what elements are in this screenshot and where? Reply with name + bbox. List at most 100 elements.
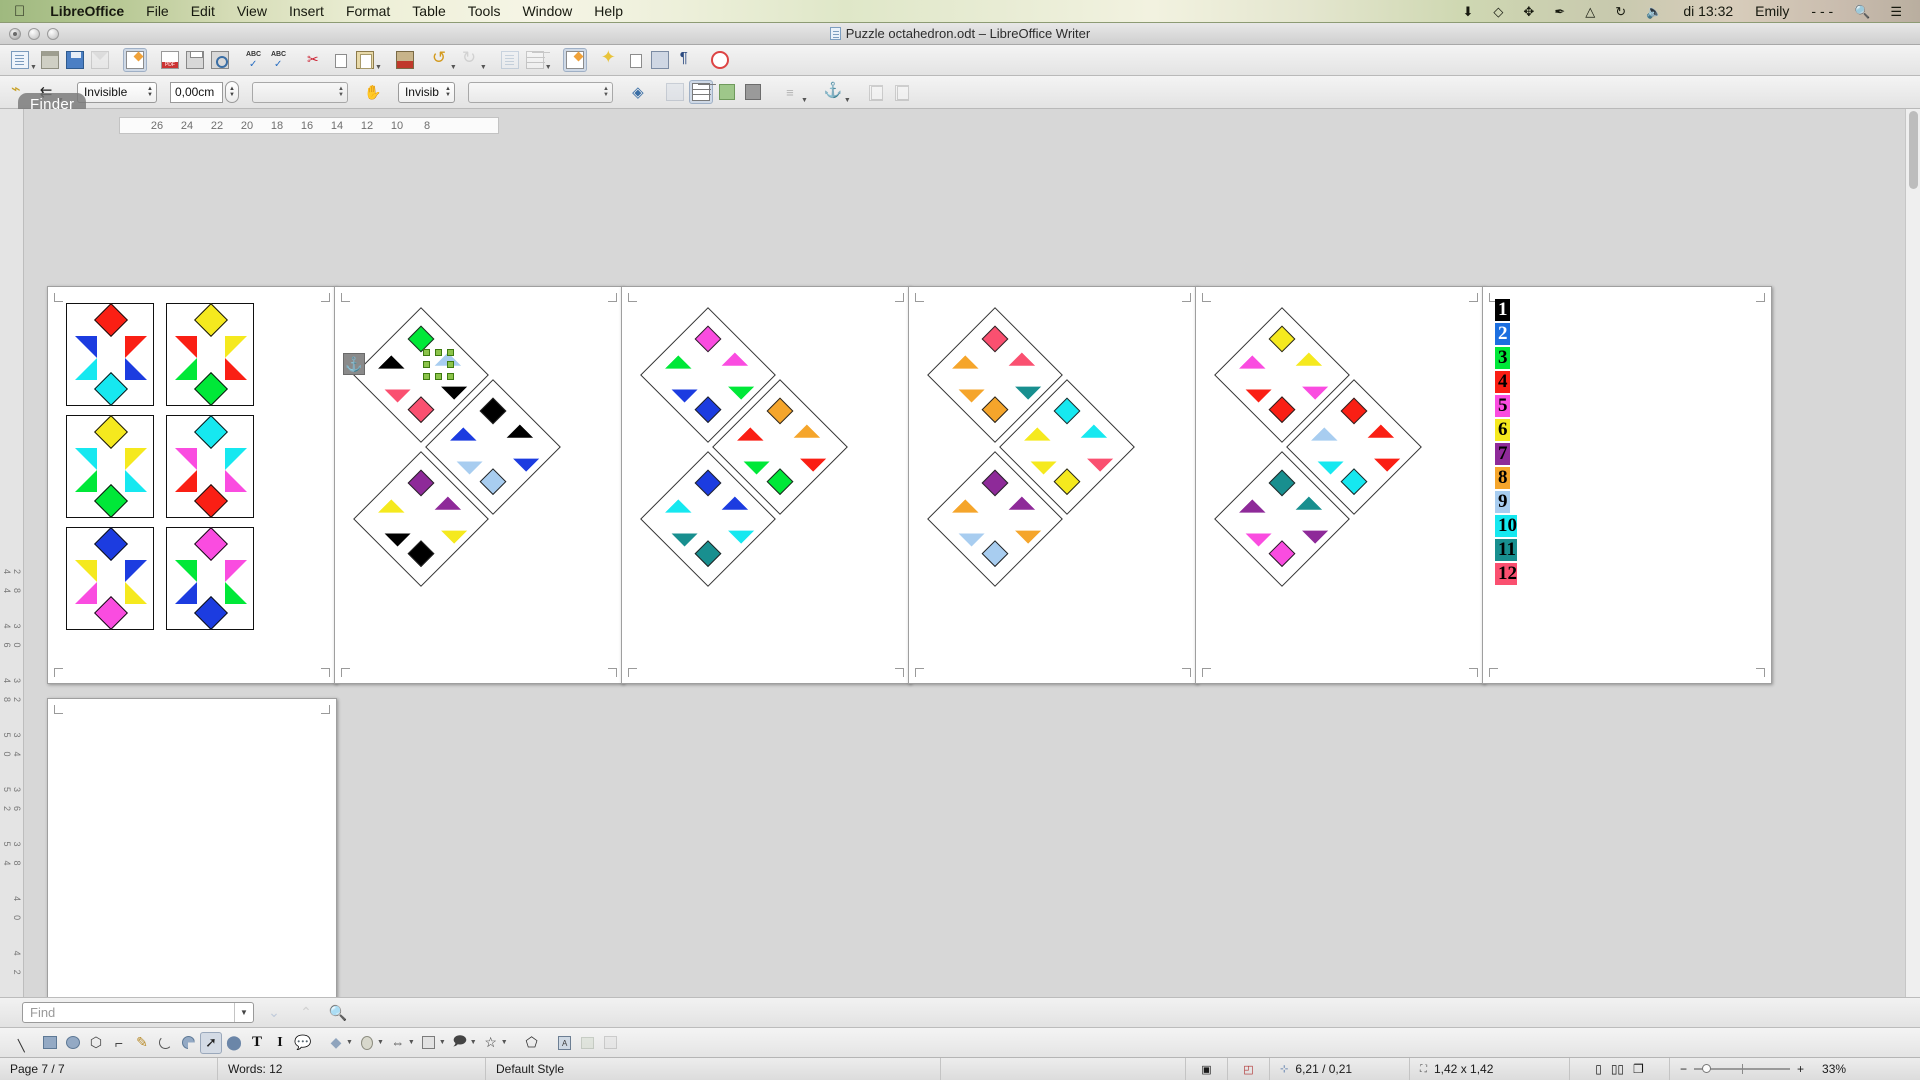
email-document-button[interactable] <box>88 48 112 72</box>
symbol-shapes-tool[interactable]: ◆ <box>325 1032 347 1054</box>
menu-item-file[interactable]: File <box>135 0 180 23</box>
status-position[interactable]: ⊹ 6,21 / 0,21 <box>1270 1058 1410 1080</box>
area-style-select[interactable]: Invisib ▲ ▼ <box>397 81 455 103</box>
timemachine-icon[interactable]: ↻ <box>1605 0 1636 23</box>
cut-button[interactable] <box>303 48 327 72</box>
menu-item-table[interactable]: Table <box>401 0 456 23</box>
menu-item-window[interactable]: Window <box>511 0 583 23</box>
find-previous-button[interactable]: ⌃ <box>294 1001 318 1025</box>
search-input[interactable]: Find ▼ <box>22 1002 254 1023</box>
extrusion-tool[interactable] <box>600 1032 622 1054</box>
apple-icon[interactable]:  <box>14 4 25 19</box>
rotate-button[interactable]: ◈ <box>626 80 650 104</box>
polygon-tool[interactable]: ⬡ <box>85 1032 107 1054</box>
dropbox-icon[interactable]: ◇ <box>1483 0 1513 23</box>
flowchart-dropdown[interactable]: ▼ <box>408 1039 415 1046</box>
wrap-through-button[interactable] <box>715 80 739 104</box>
wifi-icon[interactable]: △ <box>1575 0 1605 23</box>
download-icon[interactable]: ⬇ <box>1453 0 1484 23</box>
menu-item-format[interactable]: Format <box>335 0 401 23</box>
fill-bucket-button[interactable]: ✋ <box>361 80 385 104</box>
image-from-file-tool[interactable] <box>577 1032 599 1054</box>
find-next-button[interactable]: ⌄ <box>262 1001 286 1025</box>
insert-special-character-button[interactable] <box>598 47 622 72</box>
basic-shapes-tool[interactable]: ⬤ <box>223 1032 245 1054</box>
notification-center-icon[interactable]: ☰ <box>1880 0 1912 23</box>
curve-tool[interactable]: ⌐ <box>108 1032 130 1054</box>
book-view-icon[interactable]: ❐ <box>1633 1062 1644 1076</box>
menu-item-tools[interactable]: Tools <box>457 0 512 23</box>
status-style[interactable]: Default Style <box>486 1058 941 1080</box>
line-color-select[interactable]: ▲ ▼ <box>251 81 348 103</box>
vertical-scrollbar[interactable] <box>1905 109 1920 997</box>
insert-page-break-button[interactable] <box>498 48 522 72</box>
selection-handle[interactable] <box>423 373 430 380</box>
anchor-dropdown[interactable]: ▼ <box>844 97 851 108</box>
horizontal-ruler[interactable]: 26 24 22 20 18 16 14 12 10 8 <box>119 117 499 134</box>
puzzle-card[interactable] <box>166 527 254 630</box>
selection-handle[interactable] <box>423 349 430 356</box>
area-fill-stepper[interactable]: ▲ ▼ <box>603 86 609 98</box>
single-page-view-icon[interactable]: ▯ <box>1595 1062 1602 1076</box>
autospellcheck-button[interactable] <box>268 48 292 72</box>
selection-handle[interactable] <box>423 361 430 368</box>
status-zoom-slider[interactable]: − + 33% <box>1670 1058 1920 1080</box>
selection-handle[interactable] <box>435 373 442 380</box>
open-document-button[interactable] <box>38 48 62 72</box>
select-tool[interactable]: ➚ <box>200 1031 222 1054</box>
puzzle-card[interactable] <box>66 527 154 630</box>
selection-handle[interactable] <box>447 373 454 380</box>
fontwork-tool[interactable]: A <box>554 1032 576 1054</box>
group-button[interactable] <box>890 80 914 104</box>
menu-item-edit[interactable]: Edit <box>180 0 226 23</box>
selection-handle[interactable] <box>447 361 454 368</box>
wrap-optimal-button[interactable] <box>741 80 765 104</box>
text-box-tool[interactable]: T <box>246 1032 268 1054</box>
puzzle-card[interactable] <box>66 415 154 518</box>
block-arrows-tool[interactable] <box>356 1032 378 1054</box>
menu-item-insert[interactable]: Insert <box>278 0 335 23</box>
zoom-out-button[interactable]: − <box>1680 1062 1687 1076</box>
bluetooth-icon[interactable]: ✥ <box>1513 0 1544 23</box>
selection-handle[interactable] <box>435 349 442 356</box>
block-arrows-dropdown[interactable]: ▼ <box>377 1039 384 1046</box>
callouts-tool[interactable]: 💬 <box>292 1032 314 1054</box>
line-width-stepper[interactable]: ▲ ▼ <box>224 81 239 103</box>
stars-tool[interactable] <box>418 1032 440 1054</box>
insert-table-button[interactable] <box>523 48 547 72</box>
ellipse-tool[interactable] <box>62 1032 84 1054</box>
copy-button[interactable] <box>328 48 352 72</box>
status-modified[interactable]: ◰ <box>1228 1058 1270 1080</box>
line-width-input[interactable]: 0,00cm <box>169 81 223 103</box>
star-shapes-dropdown[interactable]: ▼ <box>501 1039 508 1046</box>
selection-handle[interactable] <box>447 349 454 356</box>
status-language[interactable] <box>941 1058 1186 1080</box>
menu-item-view[interactable]: View <box>226 0 278 23</box>
zoom-knob[interactable] <box>1702 1064 1712 1073</box>
multi-page-view-icon[interactable]: ▯▯ <box>1611 1062 1624 1076</box>
pen-icon[interactable]: ✒ <box>1544 0 1575 23</box>
print-button[interactable] <box>183 48 207 72</box>
chevron-down-icon[interactable]: ▼ <box>234 1003 253 1022</box>
area-style-stepper[interactable]: ▲ ▼ <box>439 86 451 98</box>
speech-bubbles-tool[interactable]: 🗩 <box>449 1032 471 1054</box>
puzzle-card[interactable] <box>66 303 154 406</box>
vertical-ruler[interactable]: 28 30 32 34 36 38 40 42 44 46 48 50 52 5… <box>0 109 24 997</box>
find-and-replace-button[interactable]: 🔍 <box>326 1001 350 1025</box>
stars-dropdown[interactable]: ▼ <box>439 1039 446 1046</box>
line-color-stepper[interactable]: ▲ ▼ <box>338 86 344 98</box>
wrap-parallel-button[interactable] <box>688 80 713 104</box>
gallery-button[interactable] <box>648 48 672 72</box>
status-selection-mode[interactable]: ▣ <box>1186 1058 1228 1080</box>
zoom-in-button[interactable]: + <box>1797 1062 1804 1076</box>
status-object-size[interactable]: ⛶ 1,42 x 1,42 <box>1410 1058 1570 1080</box>
print-preview-button[interactable] <box>208 48 232 72</box>
anchor-button[interactable] <box>821 80 845 104</box>
freeform-line-tool[interactable]: ✎ <box>131 1032 153 1054</box>
rectangle-tool[interactable] <box>39 1032 61 1054</box>
spelling-button[interactable] <box>243 48 267 72</box>
edit-mode-button[interactable] <box>122 48 147 72</box>
export-pdf-button[interactable] <box>158 48 182 72</box>
line-style-select[interactable]: Invisible ▲ ▼ <box>76 81 157 103</box>
zoom-level-label[interactable]: 33% <box>1822 1062 1846 1076</box>
